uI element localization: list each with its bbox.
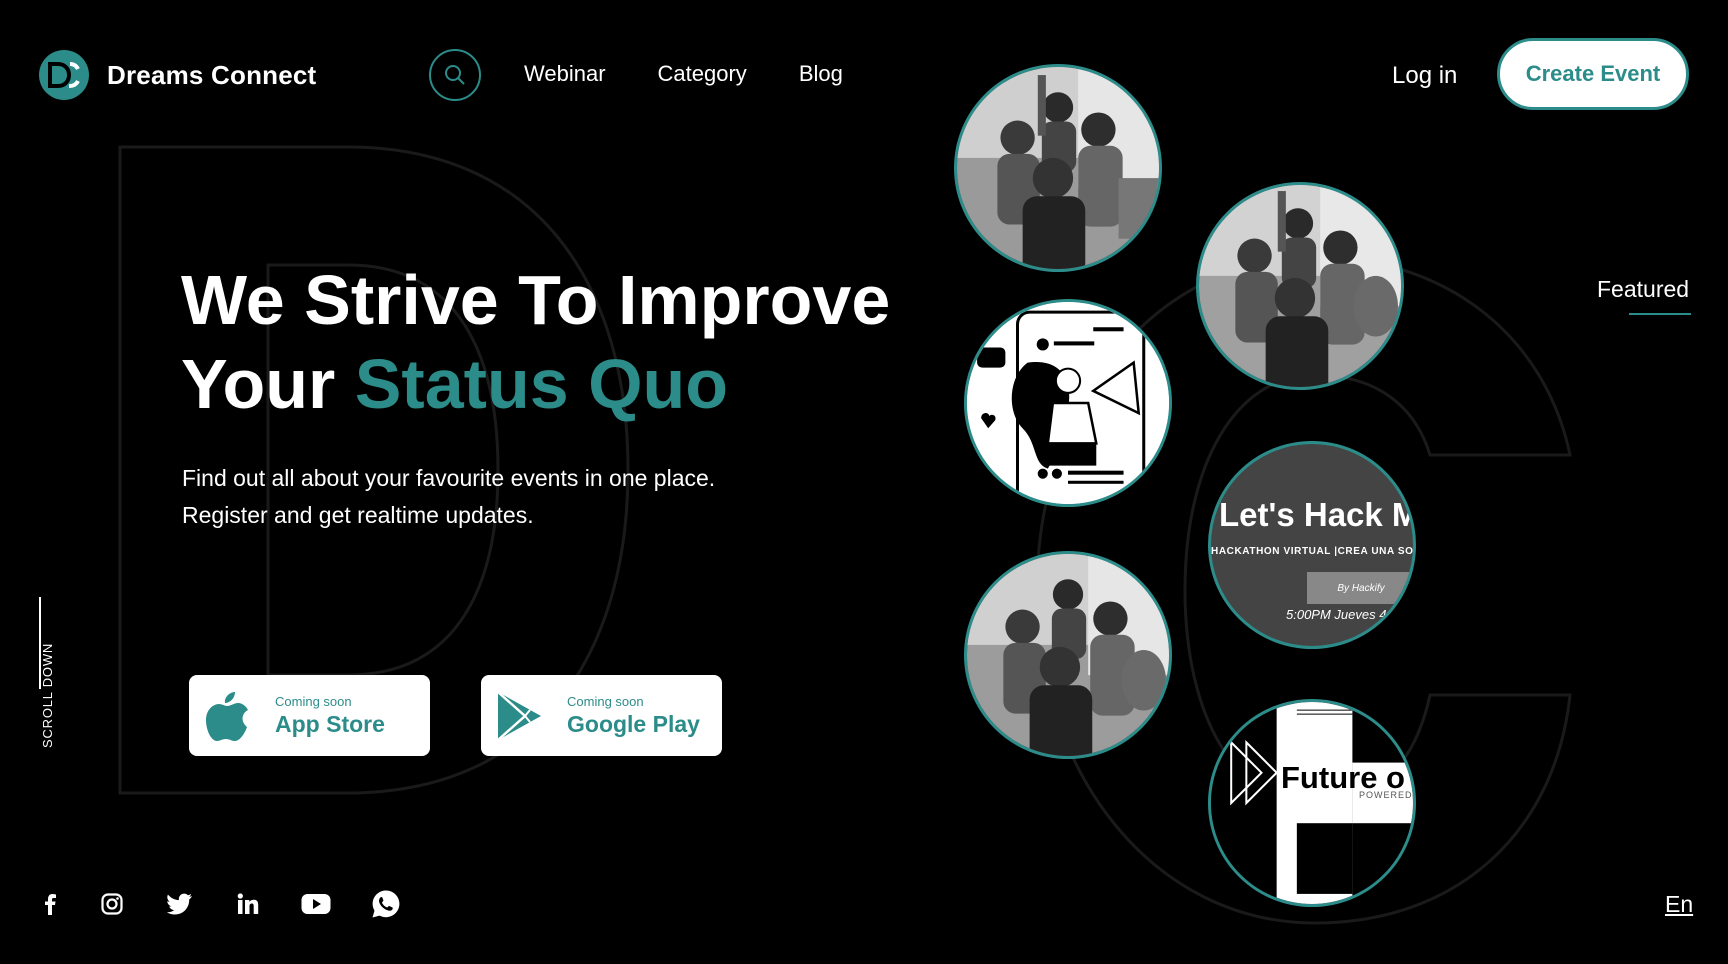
hack-card-time: 5:00PM Jueves 4 d [1286,607,1398,622]
event-photo-2[interactable] [1196,182,1404,390]
facebook-icon[interactable] [34,888,66,920]
brand-name: Dreams Connect [107,59,317,90]
group-photo-image [967,554,1169,756]
hero-subtitle-line1: Find out all about your favourite events… [182,465,716,491]
apple-icon [199,688,255,744]
event-card-future[interactable]: Future o POWERED [1208,699,1416,907]
event-card-hackathon[interactable]: Let's Hack M HACKATHON VIRTUAL |CREA UNA… [1208,441,1416,649]
hero-title-line1: We Strive To Improve [181,261,891,339]
google-play-icon [491,688,547,744]
create-event-button[interactable]: Create Event [1497,38,1689,110]
megaphone-illustration [967,302,1169,504]
group-photo-image [957,67,1159,269]
hack-card-title: Let's Hack M [1219,496,1416,533]
hero-title-accent: Status Quo [354,345,729,423]
hack-card-by: By Hackify [1307,572,1413,604]
app-store-button[interactable]: Coming soon App Store [189,675,430,756]
scroll-down-label[interactable]: SCROLL DOWN [40,643,55,748]
language-selector[interactable]: En [1665,891,1693,918]
nav-category[interactable]: Category [658,61,747,87]
hero-title-line2-prefix: Your [181,345,355,423]
future-card-graphic [1211,702,1413,904]
featured-underline [1629,313,1691,315]
brand-logo[interactable]: Dreams Connect [39,50,316,100]
google-play-label: Google Play [567,710,700,737]
logo-mark [39,50,89,100]
featured-tab[interactable]: Featured [1597,276,1689,303]
main-nav: Webinar Category Blog [524,61,843,87]
hero-subtitle: Find out all about your favourite events… [182,460,715,534]
app-store-label: App Store [275,710,385,737]
nav-webinar[interactable]: Webinar [524,61,606,87]
hack-card-subtitle: HACKATHON VIRTUAL |CREA UNA SOLUC [1211,546,1416,557]
whatsapp-icon[interactable] [370,888,402,920]
nav-blog[interactable]: Blog [799,61,843,87]
linkedin-icon[interactable] [232,888,264,920]
hero-title: We Strive To Improve Your Status Quo [181,258,890,426]
event-photo-3[interactable] [964,551,1172,759]
instagram-icon[interactable] [96,888,128,920]
twitter-icon[interactable] [164,888,196,920]
login-link[interactable]: Log in [1392,62,1457,90]
group-photo-image [1199,185,1401,387]
hero-subtitle-line2: Register and get realtime updates. [182,502,534,528]
social-links [34,888,402,920]
youtube-icon[interactable] [300,888,332,920]
search-icon [445,65,465,85]
event-photo-1[interactable] [954,64,1162,272]
search-button[interactable] [429,49,481,101]
google-play-button[interactable]: Coming soon Google Play [481,675,722,756]
future-card-subtitle: POWERED [1359,790,1413,800]
event-illustration[interactable] [964,299,1172,507]
google-play-small-label: Coming soon [567,693,644,709]
app-store-small-label: Coming soon [275,693,352,709]
